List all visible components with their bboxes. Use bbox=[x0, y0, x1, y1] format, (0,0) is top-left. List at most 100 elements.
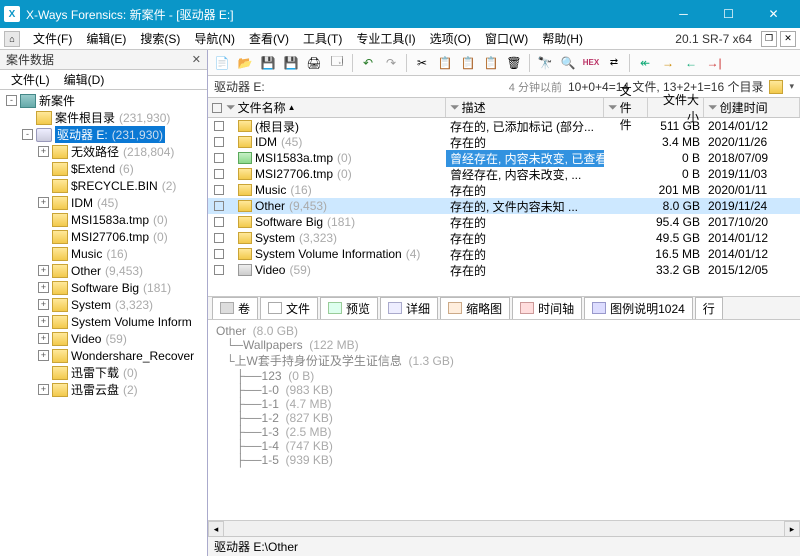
menu-tool[interactable]: 工具(T) bbox=[296, 28, 349, 49]
tree-node[interactable]: +Wondershare_Recover bbox=[2, 347, 205, 364]
menu-file[interactable]: 文件(F) bbox=[26, 28, 79, 49]
row-checkbox[interactable] bbox=[214, 249, 224, 259]
expand-toggle-icon[interactable]: - bbox=[22, 129, 33, 140]
funnel-icon[interactable]: ⏷ bbox=[450, 100, 460, 115]
expand-toggle-icon[interactable]: + bbox=[38, 333, 49, 344]
file-row[interactable]: Video(59)存在的33.2 GB2015/12/05 bbox=[208, 262, 800, 278]
expand-toggle-icon[interactable]: + bbox=[38, 146, 49, 157]
maximize-button[interactable]: ☐ bbox=[706, 0, 751, 28]
menu-help[interactable]: 帮助(H) bbox=[535, 28, 590, 49]
tab-file[interactable]: 文件 bbox=[260, 297, 318, 320]
expand-toggle-icon[interactable]: + bbox=[38, 265, 49, 276]
case-tree[interactable]: -新案件案件根目录(231,930)-驱动器 E:(231,930)+无效路径(… bbox=[0, 90, 207, 556]
col-header-date[interactable]: ⏷创建时间 bbox=[704, 98, 800, 117]
tree-node[interactable]: +Other(9,453) bbox=[2, 262, 205, 279]
funnel-icon[interactable]: ⏷ bbox=[226, 100, 236, 115]
expand-toggle-icon[interactable]: + bbox=[38, 299, 49, 310]
file-row[interactable]: System(3,323)存在的49.5 GB2014/01/12 bbox=[208, 230, 800, 246]
dropdown-icon[interactable]: ▾ bbox=[789, 81, 794, 92]
tree-node[interactable]: $Extend(6) bbox=[2, 160, 205, 177]
back-icon[interactable]: ↶ bbox=[358, 53, 378, 73]
tree-node[interactable]: -新案件 bbox=[2, 92, 205, 109]
hex-label-icon[interactable]: HEX bbox=[581, 53, 601, 73]
row-checkbox[interactable] bbox=[214, 201, 224, 211]
tab-legend[interactable]: 图例说明1024 bbox=[584, 297, 693, 320]
open-icon[interactable]: 📂 bbox=[235, 53, 255, 73]
restore-child-button[interactable]: ❐ bbox=[761, 31, 777, 47]
find-icon[interactable]: 🔍 bbox=[558, 53, 578, 73]
new-file-icon[interactable]: 📄 bbox=[212, 53, 232, 73]
expand-toggle-icon[interactable]: + bbox=[38, 282, 49, 293]
tab-timeline[interactable]: 时间轴 bbox=[512, 297, 582, 320]
nav-last-icon[interactable]: →| bbox=[704, 53, 724, 73]
row-checkbox[interactable] bbox=[214, 121, 224, 131]
file-row[interactable]: (根目录)存在的, 已添加标记 (部分...511 GB2014/01/12 bbox=[208, 118, 800, 134]
nav-next-icon[interactable]: ← bbox=[681, 53, 701, 73]
scroll-left-icon[interactable]: ◂ bbox=[208, 521, 224, 537]
file-list[interactable]: (根目录)存在的, 已添加标记 (部分...511 GB2014/01/12ID… bbox=[208, 118, 800, 296]
row-checkbox[interactable] bbox=[214, 137, 224, 147]
scroll-right-icon[interactable]: ▸ bbox=[784, 521, 800, 537]
funnel-icon[interactable]: ⏷ bbox=[708, 100, 718, 115]
menu-search[interactable]: 搜索(S) bbox=[133, 28, 187, 49]
horizontal-scrollbar[interactable]: ◂ ▸ bbox=[208, 520, 800, 536]
file-row[interactable]: MSI1583a.tmp(0)曾经存在, 内容未改变, 已查看0 B2018/0… bbox=[208, 150, 800, 166]
save-as-icon[interactable]: 💾 bbox=[281, 53, 301, 73]
tree-node[interactable]: +Video(59) bbox=[2, 330, 205, 347]
case-menu-edit[interactable]: 编辑(D) bbox=[57, 69, 112, 90]
paste-icon[interactable]: 📋 bbox=[458, 53, 478, 73]
tree-node[interactable]: 案件根目录(231,930) bbox=[2, 109, 205, 126]
tree-node[interactable]: +System(3,323) bbox=[2, 296, 205, 313]
tree-node[interactable]: Music(16) bbox=[2, 245, 205, 262]
forward-icon[interactable]: ↷ bbox=[381, 53, 401, 73]
col-header-desc[interactable]: ⏷描述 bbox=[446, 98, 604, 117]
expand-toggle-icon[interactable]: + bbox=[38, 197, 49, 208]
row-checkbox[interactable] bbox=[214, 265, 224, 275]
col-header-attr[interactable]: ⏷文件件 bbox=[604, 98, 648, 117]
expand-toggle-icon[interactable]: + bbox=[38, 316, 49, 327]
binoculars-icon[interactable]: 🔭 bbox=[535, 53, 555, 73]
file-row[interactable]: Other(9,453)存在的, 文件内容未知 ...8.0 GB2019/11… bbox=[208, 198, 800, 214]
menu-view[interactable]: 查看(V) bbox=[242, 28, 296, 49]
row-checkbox[interactable] bbox=[214, 185, 224, 195]
tree-node[interactable]: +无效路径(218,804) bbox=[2, 143, 205, 160]
row-checkbox[interactable] bbox=[214, 217, 224, 227]
menu-win[interactable]: 窗口(W) bbox=[478, 28, 535, 49]
ascii-toggle-icon[interactable]: ⇄ bbox=[604, 53, 624, 73]
row-checkbox[interactable] bbox=[214, 233, 224, 243]
funnel-icon[interactable]: ⏷ bbox=[608, 100, 618, 115]
file-row[interactable]: IDM(45)存在的3.4 MB2020/11/26 bbox=[208, 134, 800, 150]
file-row[interactable]: MSI27706.tmp(0)曾经存在, 内容未改变, ...0 B2019/1… bbox=[208, 166, 800, 182]
tree-node[interactable]: 迅雷下载(0) bbox=[2, 364, 205, 381]
print-icon[interactable]: 🖨 bbox=[304, 53, 324, 73]
row-checkbox[interactable] bbox=[214, 169, 224, 179]
tree-node[interactable]: -驱动器 E:(231,930) bbox=[2, 126, 205, 143]
folder-summary-icon[interactable] bbox=[769, 80, 783, 94]
tab-preview[interactable]: 预览 bbox=[320, 297, 378, 320]
tab-thumbnail[interactable]: 缩略图 bbox=[440, 297, 510, 320]
menu-nav[interactable]: 导航(N) bbox=[187, 28, 242, 49]
file-row[interactable]: Software Big(181)存在的95.4 GB2017/10/20 bbox=[208, 214, 800, 230]
case-panel-close-icon[interactable]: ✕ bbox=[192, 53, 201, 66]
close-child-button[interactable]: ✕ bbox=[780, 31, 796, 47]
tree-node[interactable]: +IDM(45) bbox=[2, 194, 205, 211]
menu-opt[interactable]: 选项(O) bbox=[423, 28, 478, 49]
preview-pane[interactable]: Other (8.0 GB) └─Wallpapers (122 MB) └上W… bbox=[208, 320, 800, 520]
clipboard-icon[interactable]: 📋 bbox=[481, 53, 501, 73]
menu-pro[interactable]: 专业工具(I) bbox=[349, 28, 422, 49]
case-menu-file[interactable]: 文件(L) bbox=[4, 69, 57, 90]
nav-prev-icon[interactable]: → bbox=[658, 53, 678, 73]
tab-detail[interactable]: 详细 bbox=[380, 297, 438, 320]
file-row[interactable]: System Volume Information(4)存在的16.5 MB20… bbox=[208, 246, 800, 262]
col-header-size[interactable]: 文件大小 bbox=[648, 98, 704, 117]
tree-node[interactable]: +Software Big(181) bbox=[2, 279, 205, 296]
menu-edit[interactable]: 编辑(E) bbox=[79, 28, 133, 49]
checkbox-icon[interactable] bbox=[212, 103, 222, 113]
row-checkbox[interactable] bbox=[214, 153, 224, 163]
cut-icon[interactable]: ✂ bbox=[412, 53, 432, 73]
col-header-name[interactable]: ⏷文件名称▲ bbox=[208, 98, 446, 117]
tab-row[interactable]: 行 bbox=[695, 297, 723, 320]
minimize-button[interactable]: ─ bbox=[661, 0, 706, 28]
tree-node[interactable]: MSI1583a.tmp(0) bbox=[2, 211, 205, 228]
tree-node[interactable]: +迅雷云盘(2) bbox=[2, 381, 205, 398]
